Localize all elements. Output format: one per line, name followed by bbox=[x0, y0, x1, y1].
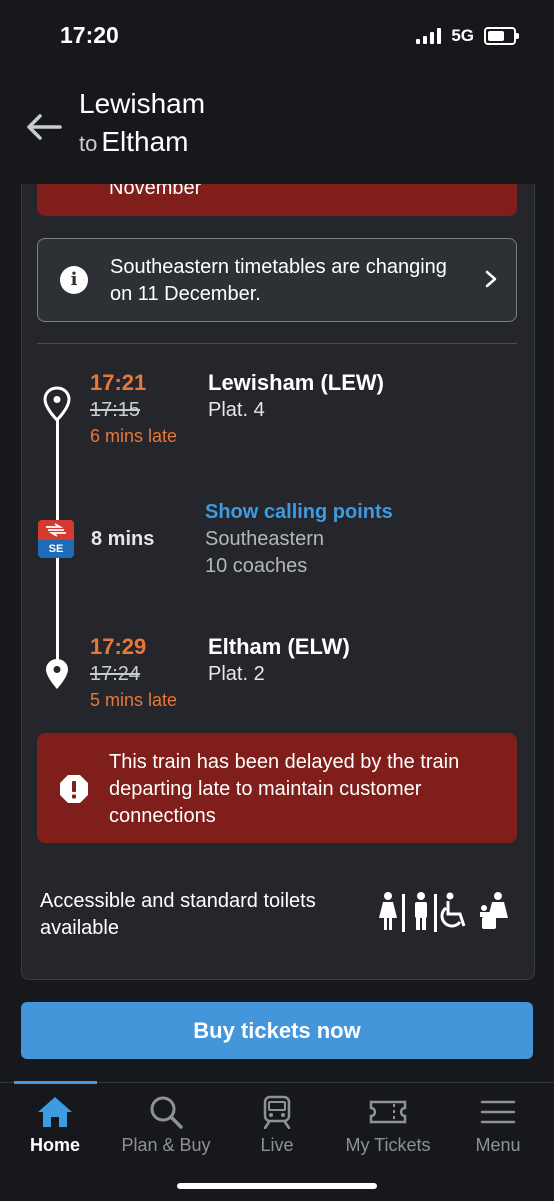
southeastern-logo-icon: SE bbox=[38, 520, 74, 558]
location-pin-icon bbox=[43, 386, 71, 422]
departure-platform: Plat. 4 bbox=[208, 399, 265, 421]
journey-duration: 8 mins bbox=[91, 528, 155, 550]
home-icon bbox=[38, 1097, 72, 1127]
destination-station: Eltham bbox=[101, 126, 189, 157]
tab-live[interactable]: Live bbox=[222, 1095, 332, 1156]
arrival-station: Eltham (ELW) bbox=[208, 634, 350, 659]
toilet-facilities-icon bbox=[379, 892, 508, 932]
tab-home-label: Home bbox=[29, 1135, 80, 1155]
train-operator: Southeastern bbox=[205, 528, 324, 550]
arrival-time: 17:29 bbox=[90, 634, 147, 659]
info-icon: i bbox=[60, 266, 88, 294]
destination-line: to Eltham bbox=[79, 126, 189, 158]
search-icon bbox=[150, 1096, 183, 1129]
battery-icon bbox=[484, 27, 519, 45]
arrival-late-status: 5 mins late bbox=[90, 690, 178, 710]
back-arrow-icon[interactable] bbox=[24, 112, 64, 142]
timetable-info-banner[interactable]: i Southeastern timetables are changing o… bbox=[37, 238, 517, 322]
facilities-text: Accessible and standard toilets availabl… bbox=[40, 890, 316, 939]
ticket-icon bbox=[369, 1100, 407, 1124]
delay-alert-text: This train has been delayed by the train… bbox=[109, 751, 460, 827]
destination-pin-icon bbox=[46, 659, 68, 689]
show-calling-points-link[interactable]: Show calling points bbox=[205, 501, 393, 524]
tab-menu[interactable]: Menu bbox=[443, 1095, 553, 1156]
tab-plan-buy[interactable]: Plan & Buy bbox=[111, 1095, 221, 1156]
arrival-scheduled-time: 17:24 bbox=[90, 663, 141, 685]
departure-late-status: 6 mins late bbox=[90, 426, 178, 446]
tab-menu-label: Menu bbox=[475, 1135, 521, 1155]
departure-time: 17:21 bbox=[90, 370, 147, 395]
departure-scheduled-time: 17:15 bbox=[90, 399, 141, 421]
home-indicator bbox=[177, 1183, 377, 1189]
info-banner-text: Southeastern timetables are changing on … bbox=[110, 256, 447, 305]
status-indicators: 5G bbox=[416, 26, 519, 46]
network-type: 5G bbox=[451, 26, 474, 45]
departure-station: Lewisham (LEW) bbox=[208, 370, 385, 395]
origin-station: Lewisham bbox=[79, 88, 206, 119]
active-tab-indicator bbox=[14, 1081, 97, 1084]
train-icon bbox=[263, 1095, 291, 1129]
divider bbox=[37, 343, 517, 344]
status-bar: 17:20 5G bbox=[0, 0, 554, 72]
coach-count: 10 coaches bbox=[205, 555, 308, 577]
chevron-right-icon bbox=[485, 270, 497, 288]
tab-home[interactable]: Home bbox=[0, 1095, 110, 1156]
signal-icon bbox=[416, 28, 442, 44]
tab-live-label: Live bbox=[260, 1135, 294, 1155]
operator-logo-text: SE bbox=[38, 540, 74, 558]
tab-plan-buy-label: Plan & Buy bbox=[121, 1135, 211, 1155]
header: Lewisham to Eltham bbox=[0, 72, 554, 184]
menu-icon bbox=[480, 1100, 516, 1124]
warning-octagon-icon bbox=[60, 775, 88, 803]
bottom-tab-bar: Home Plan & Buy Live My Tickets Menu bbox=[0, 1081, 554, 1201]
buy-tickets-button[interactable]: Buy tickets now bbox=[21, 1002, 533, 1059]
status-time: 17:20 bbox=[60, 22, 119, 48]
tab-my-tickets-label: My Tickets bbox=[345, 1135, 431, 1155]
arrival-platform: Plat. 2 bbox=[208, 663, 265, 685]
delay-alert: This train has been delayed by the train… bbox=[37, 733, 517, 843]
to-label: to bbox=[79, 131, 98, 156]
tab-my-tickets[interactable]: My Tickets bbox=[333, 1095, 443, 1156]
national-rail-icon bbox=[46, 523, 66, 537]
